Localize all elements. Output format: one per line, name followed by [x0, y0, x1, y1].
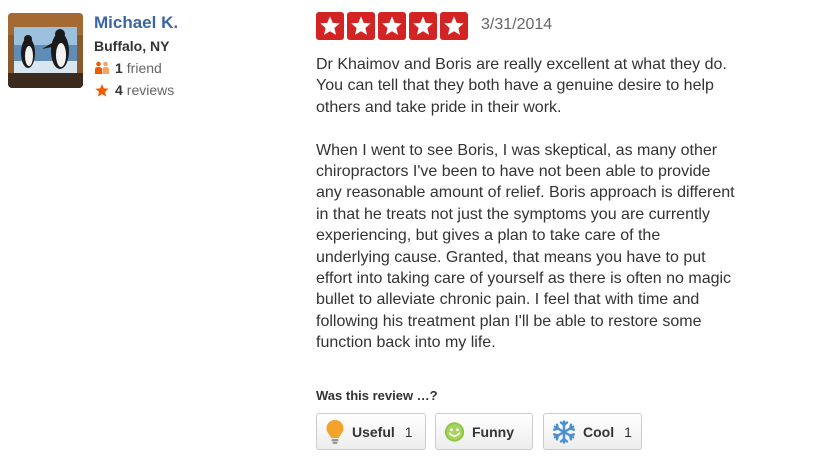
- reviews-count: 4: [115, 82, 123, 98]
- star-icon: [95, 83, 109, 97]
- funny-label: Funny: [472, 423, 514, 440]
- rating-star: [409, 12, 437, 40]
- user-location: Buffalo, NY: [94, 38, 170, 54]
- reviews-label: reviews: [126, 82, 175, 98]
- smiley-icon: [444, 421, 465, 442]
- friends-stat: 1 friend: [94, 60, 162, 76]
- feedback-question: Was this review …?: [316, 388, 438, 403]
- useful-button[interactable]: Useful 1: [316, 413, 426, 450]
- useful-label: Useful: [352, 423, 395, 440]
- review-date: 3/31/2014: [481, 16, 553, 33]
- cool-count: 1: [624, 423, 632, 440]
- penguins-photo: [8, 13, 83, 88]
- user-avatar[interactable]: [8, 13, 83, 88]
- reviews-stat: 4 reviews: [94, 82, 174, 98]
- rating-star: [440, 12, 468, 40]
- funny-button[interactable]: Funny: [435, 413, 533, 450]
- user-name-link[interactable]: Michael K.: [94, 13, 178, 33]
- rating-star: [347, 12, 375, 40]
- star-icon: [351, 16, 371, 35]
- friends-label: friend: [126, 60, 162, 76]
- useful-count: 1: [404, 423, 413, 440]
- friends-count: 1: [115, 60, 123, 76]
- friends-icon: [95, 61, 109, 74]
- star-icon: [382, 16, 402, 35]
- star-icon: [444, 16, 464, 35]
- star-icon: [413, 16, 433, 35]
- cool-label: Cool: [583, 423, 615, 440]
- star-rating: [316, 12, 468, 40]
- rating-star: [378, 12, 406, 40]
- snowflake-icon: [553, 419, 575, 444]
- review-text: Dr Khaimov and Boris are really excellen…: [316, 56, 735, 352]
- star-icon: [320, 16, 340, 35]
- cool-button[interactable]: Cool 1: [543, 413, 642, 450]
- lightbulb-icon: [326, 419, 344, 444]
- rating-star: [316, 12, 344, 40]
